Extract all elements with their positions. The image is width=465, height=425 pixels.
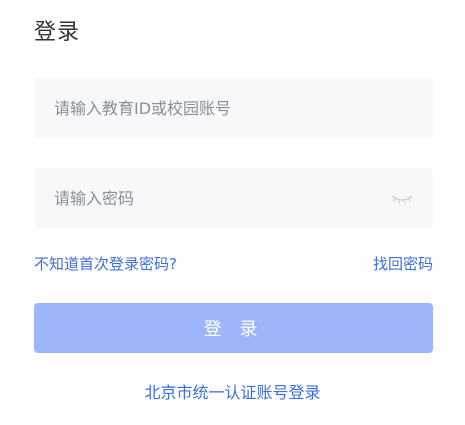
login-button[interactable]: 登 录 <box>34 303 433 353</box>
links-row: 不知道首次登录密码? 找回密码 <box>34 252 433 276</box>
first-login-password-link[interactable]: 不知道首次登录密码? <box>34 252 177 276</box>
page-title: 登录 <box>34 20 81 45</box>
sso-login-link[interactable]: 北京市统一认证账号登录 <box>144 383 320 402</box>
sso-login-row: 北京市统一认证账号登录 <box>0 381 465 405</box>
password-input[interactable] <box>34 168 433 228</box>
account-input[interactable] <box>34 78 433 138</box>
recover-password-link[interactable]: 找回密码 <box>373 252 433 276</box>
account-field[interactable] <box>34 78 433 138</box>
eye-closed-icon[interactable] <box>391 189 413 207</box>
password-field[interactable] <box>34 168 433 228</box>
